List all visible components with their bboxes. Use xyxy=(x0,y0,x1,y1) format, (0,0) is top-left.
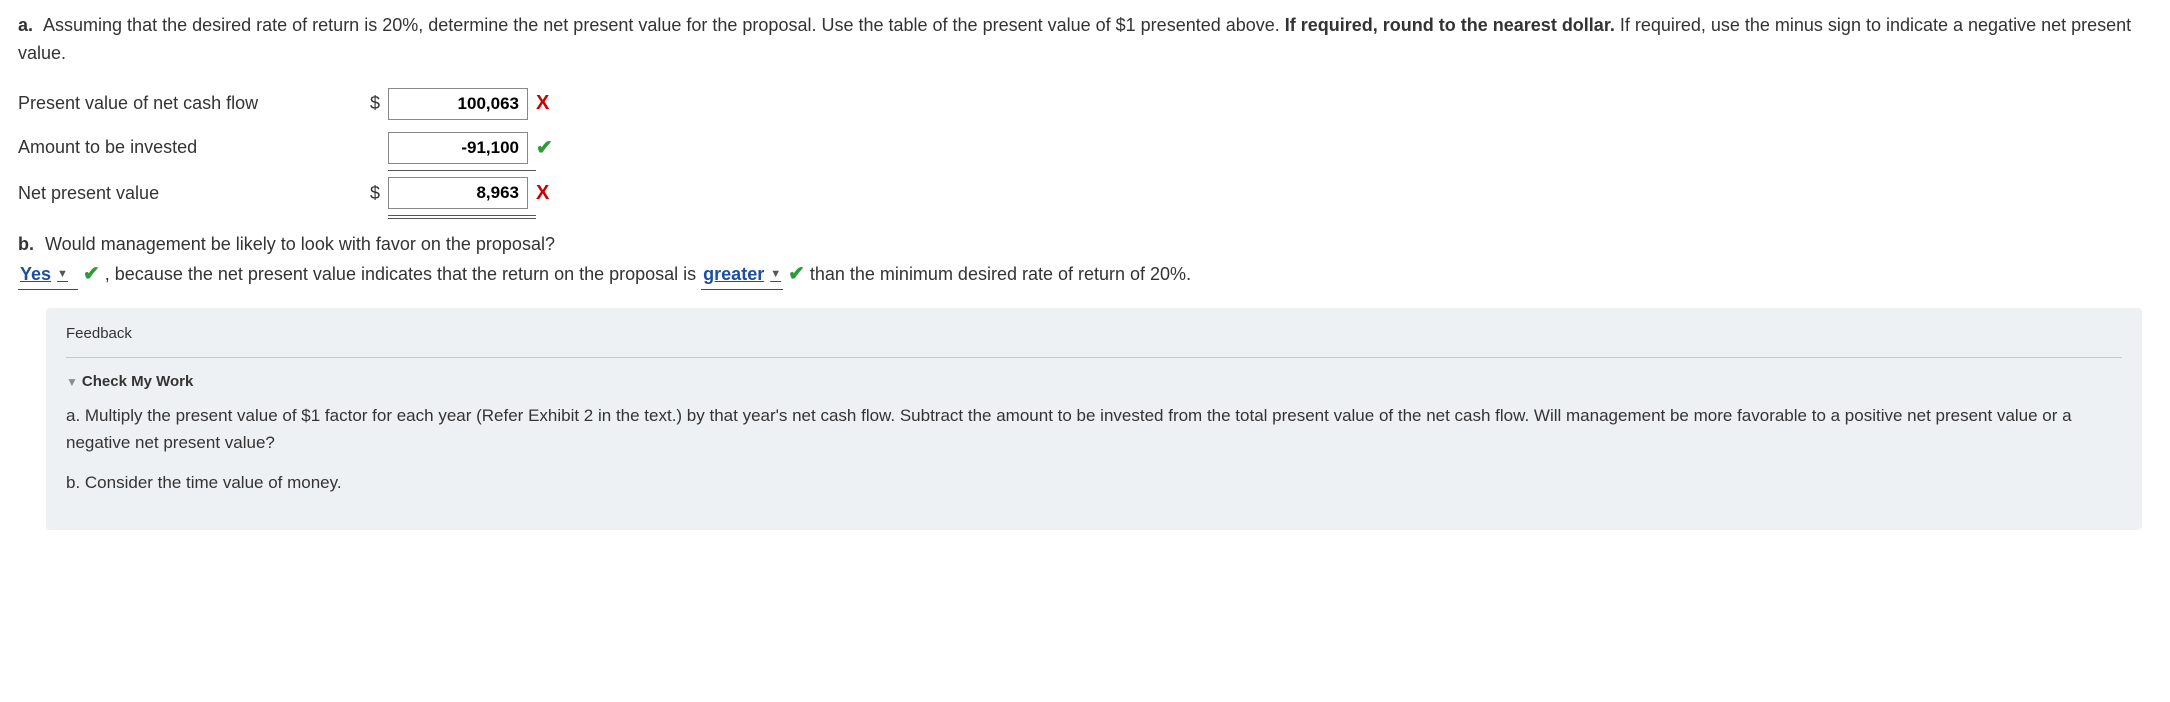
select-compare[interactable]: greater ▼ xyxy=(701,261,783,290)
select-compare-value: greater xyxy=(703,264,764,284)
caret-icon: ▼ xyxy=(770,268,781,280)
row-inv-input[interactable] xyxy=(388,132,528,164)
select-favor[interactable]: Yes ▼ xyxy=(18,261,78,290)
triangle-down-icon: ▼ xyxy=(66,375,78,389)
row-inv-label: Amount to be invested xyxy=(18,126,368,171)
part-b-question: b. Would management be likely to look wi… xyxy=(18,231,2152,259)
row-pv-label: Present value of net cash flow xyxy=(18,82,368,126)
row-inv: Amount to be invested ✔ xyxy=(18,126,561,171)
check-my-work-label: Check My Work xyxy=(82,373,193,390)
part-b-answer-line: Yes ▼ ✔ , because the net present value i… xyxy=(18,259,2152,290)
correct-icon: ✔ xyxy=(83,263,100,285)
caret-icon: ▼ xyxy=(57,268,68,280)
divider xyxy=(66,357,2122,358)
row-pv-prefix: $ xyxy=(368,82,388,126)
feedback-panel: Feedback ▼ Check My Work a. Multiply the … xyxy=(46,308,2142,531)
part-b-tailtext: than the minimum desired rate of return … xyxy=(805,264,1191,284)
correct-icon: ✔ xyxy=(788,263,805,285)
row-npv-label: Net present value xyxy=(18,170,368,217)
feedback-body-a: a. Multiply the present value of $1 fact… xyxy=(66,403,2122,456)
npv-input-grid: Present value of net cash flow $ X Amoun… xyxy=(18,82,561,219)
part-b-question-text: Would management be likely to look with … xyxy=(40,234,555,254)
part-a-prompt: a. Assuming that the desired rate of ret… xyxy=(18,12,2152,68)
row-npv-input[interactable] xyxy=(388,177,528,209)
select-favor-value: Yes xyxy=(20,264,51,284)
feedback-body-b: b. Consider the time value of money. xyxy=(66,470,2122,496)
part-b-block: b. Would management be likely to look wi… xyxy=(18,231,2152,290)
feedback-title: Feedback xyxy=(66,322,2122,357)
row-npv-prefix: $ xyxy=(368,170,388,217)
part-b-midtext: , because the net present value indicate… xyxy=(100,264,701,284)
wrong-icon: X xyxy=(536,182,549,204)
row-npv: Net present value $ X xyxy=(18,170,561,217)
row-inv-prefix xyxy=(368,126,388,171)
check-my-work-toggle[interactable]: ▼ Check My Work xyxy=(66,370,2122,393)
feedback-body: a. Multiply the present value of $1 fact… xyxy=(66,403,2122,496)
row-pv-input[interactable] xyxy=(388,88,528,120)
part-a-text-1: Assuming that the desired rate of return… xyxy=(39,15,1285,35)
part-a-label: a. xyxy=(18,15,33,35)
wrong-icon: X xyxy=(536,92,549,114)
part-b-label: b. xyxy=(18,234,34,254)
correct-icon: ✔ xyxy=(536,137,553,159)
part-a-bold: If required, round to the nearest dollar… xyxy=(1285,15,1615,35)
row-pv: Present value of net cash flow $ X xyxy=(18,82,561,126)
